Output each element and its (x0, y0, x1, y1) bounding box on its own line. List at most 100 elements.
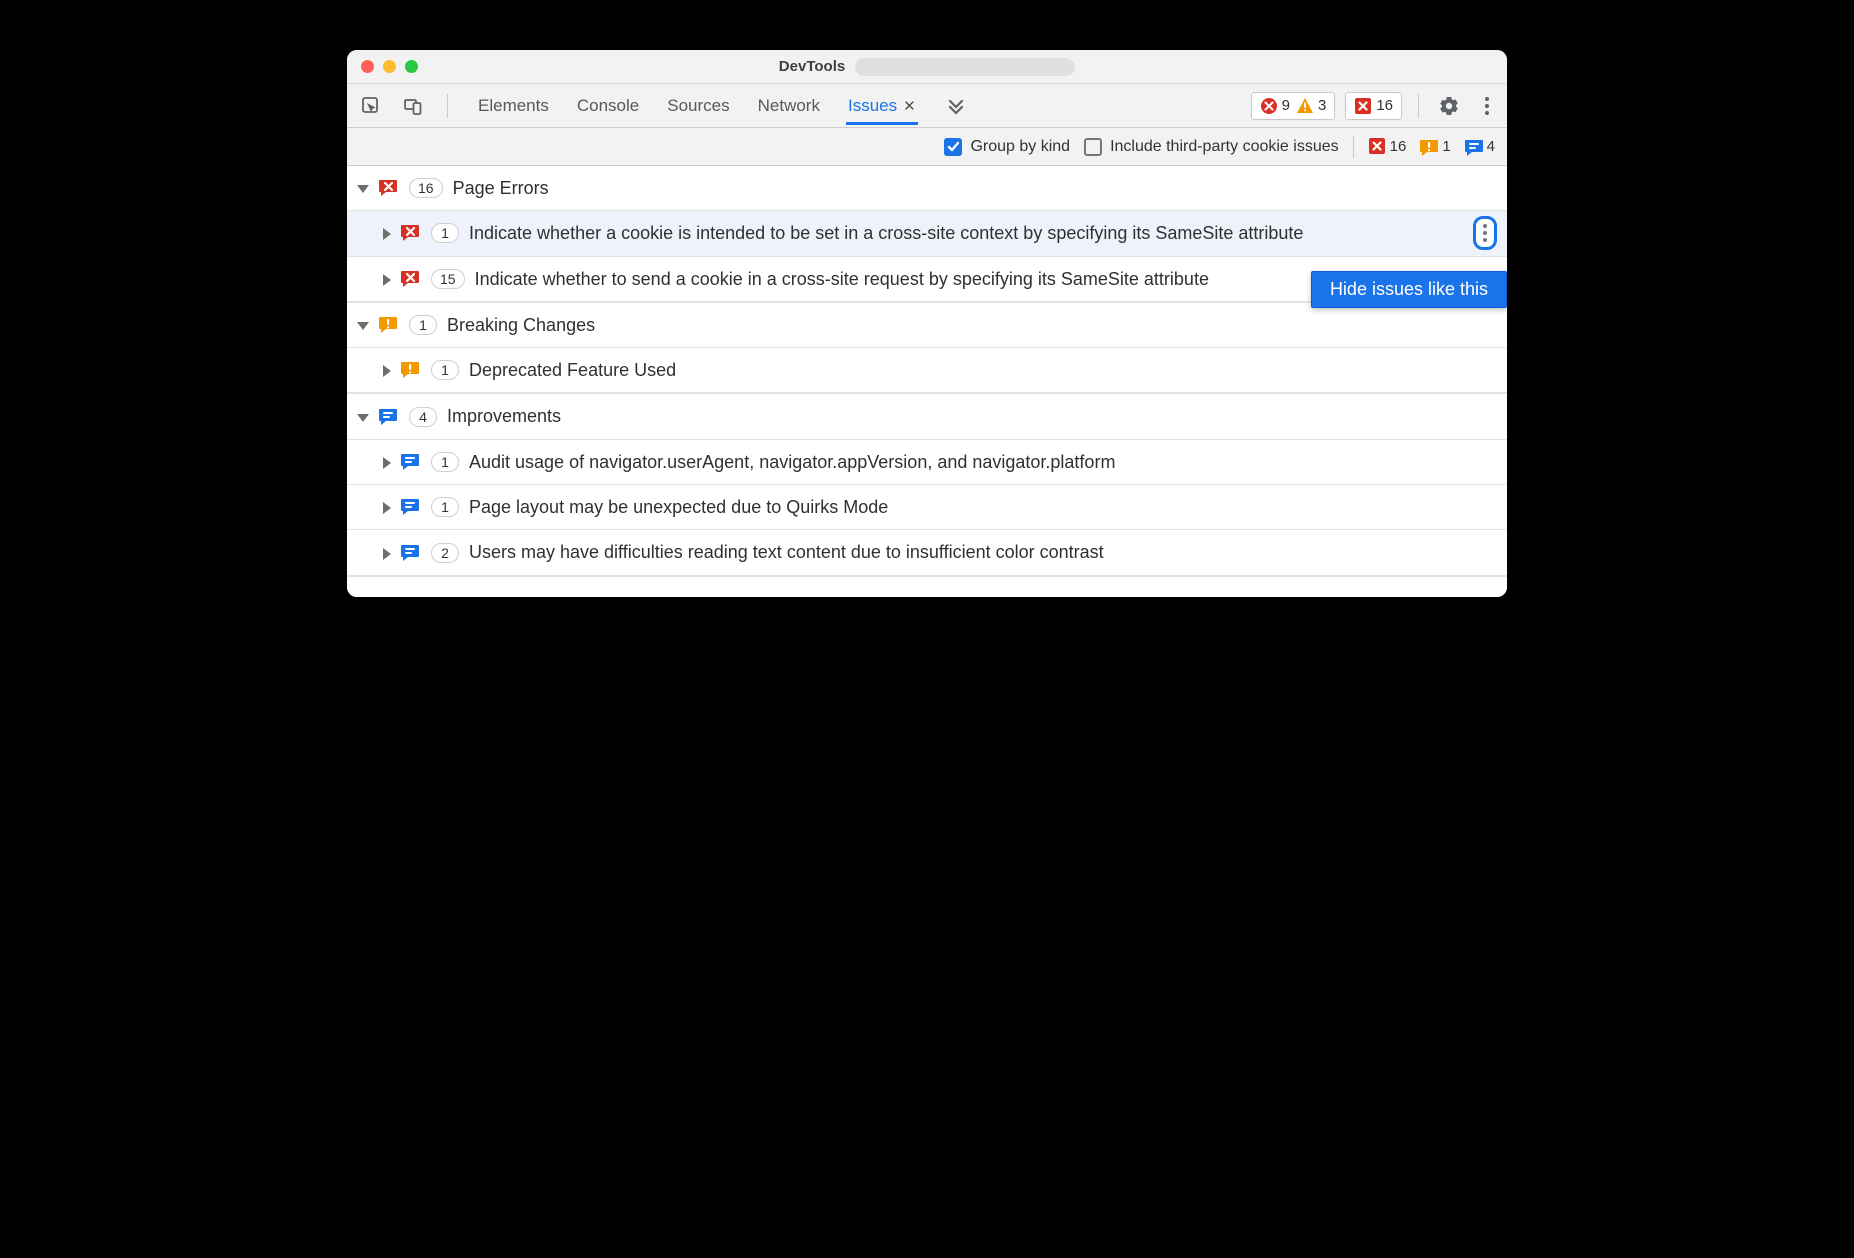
info-speech-icon (1465, 137, 1483, 157)
toolbar-separator (447, 94, 448, 118)
chevron-right-icon[interactable] (383, 548, 391, 560)
issues-status-box[interactable]: 16 (1345, 92, 1402, 120)
issue-count: 2 (431, 543, 459, 563)
include-third-party-checkbox[interactable]: Include third-party cookie issues (1084, 138, 1339, 156)
badge-count: 3 (1318, 97, 1326, 114)
issue-title: Users may have difficulties reading text… (469, 540, 1495, 564)
issues-count-warning[interactable]: 1 (1420, 137, 1450, 157)
badge-count: 16 (1390, 138, 1407, 155)
error-speech-icon (401, 268, 421, 290)
group-header[interactable]: 4 Improvements (347, 394, 1507, 439)
tab-network[interactable]: Network (756, 86, 822, 125)
chevron-down-icon[interactable] (357, 185, 369, 193)
group-title: Improvements (447, 404, 561, 428)
info-speech-icon (401, 496, 421, 518)
error-speech-icon (379, 177, 399, 199)
window-minimize-button[interactable] (383, 60, 396, 73)
issues-errors-badge: 16 (1354, 97, 1393, 115)
tab-label: Elements (478, 96, 549, 116)
issue-group-page-errors: 16 Page Errors 1 Indicate whether a cook… (347, 166, 1507, 303)
issue-title: Audit usage of navigator.userAgent, navi… (469, 450, 1495, 474)
issue-item[interactable]: 2 Users may have difficulties reading te… (347, 530, 1507, 575)
tab-label: Network (758, 96, 820, 116)
issues-list: 16 Page Errors 1 Indicate whether a cook… (347, 166, 1507, 577)
group-count: 16 (409, 178, 443, 198)
traffic-lights (347, 60, 418, 73)
issue-item[interactable]: 1 Deprecated Feature Used (347, 348, 1507, 393)
issue-item[interactable]: 1 Indicate whether a cookie is intended … (347, 211, 1507, 256)
issue-count: 15 (431, 269, 465, 289)
console-status-box[interactable]: 9 3 (1251, 92, 1336, 120)
chevron-right-icon[interactable] (383, 228, 391, 240)
issue-group-breaking-changes: 1 Breaking Changes 1 Deprecated Feature … (347, 303, 1507, 395)
menu-item-hide[interactable]: Hide issues like this (1330, 279, 1488, 299)
checkbox-label: Group by kind (970, 138, 1070, 156)
tab-issues[interactable]: Issues ✕ (846, 86, 918, 125)
context-menu[interactable]: Hide issues like this (1311, 271, 1507, 308)
group-header[interactable]: 1 Breaking Changes (347, 303, 1507, 348)
badge-count: 9 (1282, 97, 1290, 114)
tab-label: Console (577, 96, 639, 116)
title-center: DevTools (347, 58, 1507, 76)
warning-speech-icon (1420, 137, 1438, 157)
tab-elements[interactable]: Elements (476, 86, 551, 125)
main-menu-button[interactable] (1473, 92, 1501, 120)
issues-toolbar: Group by kind Include third-party cookie… (347, 128, 1507, 166)
error-circle-icon (1260, 97, 1278, 115)
toolbar-separator (1418, 94, 1419, 118)
chevron-right-icon[interactable] (383, 365, 391, 377)
more-tabs-button[interactable] (942, 92, 970, 120)
tab-label: Sources (667, 96, 729, 116)
device-toolbar-button[interactable] (399, 92, 427, 120)
issue-title: Deprecated Feature Used (469, 358, 1495, 382)
window-title: DevTools (779, 58, 845, 75)
chevron-right-icon[interactable] (383, 502, 391, 514)
panel-tabs: Elements Console Sources Network Issues … (476, 86, 970, 125)
window-zoom-button[interactable] (405, 60, 418, 73)
settings-button[interactable] (1435, 92, 1463, 120)
error-box-icon (1368, 137, 1386, 157)
issue-count: 1 (431, 497, 459, 517)
footer-pad (347, 577, 1507, 597)
chevron-right-icon[interactable] (383, 457, 391, 469)
window-close-button[interactable] (361, 60, 374, 73)
issue-title: Indicate whether a cookie is intended to… (469, 221, 1495, 245)
issue-count: 1 (431, 360, 459, 380)
tab-label: Issues (848, 96, 897, 116)
chevron-down-icon[interactable] (357, 322, 369, 330)
warning-speech-icon (379, 314, 399, 336)
close-icon[interactable]: ✕ (903, 97, 916, 115)
issue-item[interactable]: 1 Page layout may be unexpected due to Q… (347, 485, 1507, 530)
group-by-kind-checkbox[interactable]: Group by kind (944, 138, 1070, 156)
issue-item[interactable]: 1 Audit usage of navigator.userAgent, na… (347, 440, 1507, 485)
chevron-down-icon[interactable] (357, 414, 369, 422)
inspect-element-button[interactable] (357, 92, 385, 120)
tab-console[interactable]: Console (575, 86, 641, 125)
titlebar: DevTools (347, 50, 1507, 84)
warning-speech-icon (401, 359, 421, 381)
group-header[interactable]: 16 Page Errors (347, 166, 1507, 211)
error-speech-icon (401, 222, 421, 244)
issue-group-improvements: 4 Improvements 1 Audit usage of navigato… (347, 394, 1507, 576)
error-box-icon (1354, 97, 1372, 115)
issue-count: 1 (431, 452, 459, 472)
info-speech-icon (401, 542, 421, 564)
group-count: 1 (409, 315, 437, 335)
issue-count: 1 (431, 223, 459, 243)
issues-count-error[interactable]: 16 (1368, 137, 1407, 157)
issue-menu-button[interactable] (1473, 216, 1497, 250)
checkbox-label: Include third-party cookie issues (1110, 138, 1339, 156)
badge-count: 1 (1442, 138, 1450, 155)
chevron-right-icon[interactable] (383, 274, 391, 286)
toolbar-separator (1353, 136, 1354, 158)
tab-sources[interactable]: Sources (665, 86, 731, 125)
issue-title: Page layout may be unexpected due to Qui… (469, 495, 1495, 519)
issues-count-info[interactable]: 4 (1465, 137, 1495, 157)
warning-triangle-icon (1296, 97, 1314, 115)
console-errors-badge: 9 (1260, 97, 1290, 115)
group-title: Breaking Changes (447, 313, 595, 337)
info-speech-icon (401, 451, 421, 473)
inspected-url-pill (855, 58, 1075, 76)
group-count: 4 (409, 407, 437, 427)
main-toolbar: Elements Console Sources Network Issues … (347, 84, 1507, 128)
